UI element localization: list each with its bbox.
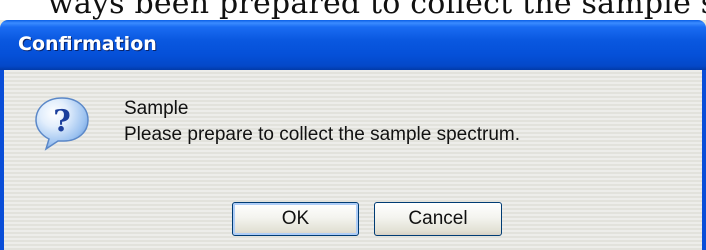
dialog-title: Confirmation [18,33,157,55]
dialog-body: ? Sample Please prepare to collect the s… [4,70,702,250]
caption-text-clip: ways been prepared to collect the sample… [0,0,706,20]
ok-button[interactable]: OK [232,202,359,236]
svg-text:?: ? [53,104,71,139]
confirmation-dialog: Confirmation ? Sample Please prepare to … [0,20,706,250]
window-frame-right [702,70,706,250]
caption-text: ways been prepared to collect the sample… [48,0,706,20]
message-text: Please prepare to collect the sample spe… [124,124,521,145]
title-bar[interactable]: Confirmation [0,20,706,70]
question-icon: ? [35,97,89,151]
message-area: Sample Please prepare to collect the sam… [124,96,520,148]
message-heading: Sample [124,98,189,119]
cancel-button[interactable]: Cancel [374,202,502,236]
document-caption-fragment: ways been prepared to collect the sample… [0,0,706,20]
